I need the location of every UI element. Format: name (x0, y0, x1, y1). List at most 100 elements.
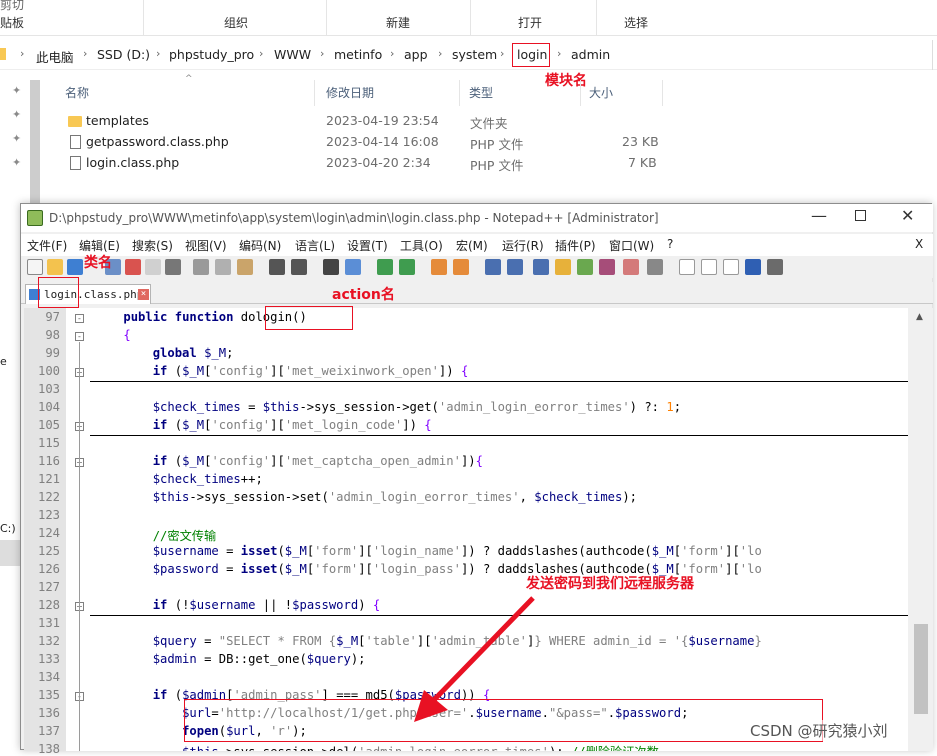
function-list-icon[interactable] (599, 259, 615, 275)
sync-vertical-icon[interactable] (431, 259, 447, 275)
menu-encoding[interactable]: 编码(N) (239, 237, 281, 254)
cut-icon[interactable] (193, 259, 209, 275)
save-icon[interactable] (67, 259, 83, 275)
code-line[interactable]: $check_times = $this->sys_session->get('… (94, 400, 681, 414)
scroll-up-icon[interactable]: ▲ (916, 312, 923, 322)
doc-map-icon[interactable] (577, 259, 593, 275)
column-headers: 名称 ^ 修改日期 类型 大小 (55, 74, 675, 106)
line-number: 125 (37, 544, 60, 558)
tab-close-icon[interactable]: × (138, 289, 149, 300)
ribbon: 剪切 贴板 组织 新建 打开 选择 (0, 0, 937, 36)
replace-icon[interactable] (345, 259, 361, 275)
folder-workspace-icon[interactable] (623, 259, 639, 275)
breadcrumb-4[interactable]: metinfo (334, 47, 382, 62)
pin-icon[interactable]: ✦ (12, 108, 21, 121)
ribbon-select-label[interactable]: 选择 (624, 14, 648, 31)
menu-window[interactable]: 窗口(W) (609, 237, 654, 254)
file-icon (70, 156, 81, 170)
code-line[interactable]: if ($_M['config']['met_login_code']) { (94, 418, 432, 432)
redo-icon[interactable] (291, 259, 307, 275)
code-line[interactable]: //密文传输 (94, 526, 216, 544)
scroll-thumb[interactable] (914, 624, 928, 714)
open-file-icon[interactable] (47, 259, 63, 275)
menu-help[interactable]: ? (667, 237, 673, 251)
title-bar[interactable]: D:\phpstudy_pro\WWW\metinfo\app\system\l… (21, 204, 933, 232)
show-all-chars-icon[interactable] (507, 259, 523, 275)
stop-macro-icon[interactable] (701, 259, 717, 275)
chevron-right-icon: › (438, 47, 443, 60)
menu-language[interactable]: 语言(L) (295, 237, 335, 254)
address-bar[interactable]: › 此电脑 › SSD (D:) › phpstudy_pro › WWW › … (0, 40, 937, 70)
menu-search[interactable]: 搜索(S) (132, 237, 173, 254)
breadcrumb-0[interactable]: 此电脑 (36, 47, 74, 66)
minimize-icon[interactable]: — (811, 206, 827, 225)
column-name[interactable]: 名称 (65, 84, 89, 101)
code-line[interactable]: $check_times++; (94, 472, 263, 486)
record-macro-icon[interactable] (679, 259, 695, 275)
close-file-icon[interactable] (125, 259, 141, 275)
nav-selected-item[interactable] (0, 540, 20, 566)
run-macro-multiple-icon[interactable] (745, 259, 761, 275)
code-line[interactable]: if (!$username || !$password) { (94, 598, 381, 612)
fold-collapse-icon[interactable]: - (75, 332, 84, 341)
menu-plugins[interactable]: 插件(P) (555, 237, 596, 254)
chevron-right-icon: › (20, 47, 25, 60)
monitoring-icon[interactable] (647, 259, 663, 275)
word-wrap-icon[interactable] (485, 259, 501, 275)
code-line[interactable]: global $_M; (94, 346, 234, 360)
close-icon[interactable]: ✕ (901, 206, 914, 225)
zoom-out-icon[interactable] (399, 259, 415, 275)
nav-scrollbar[interactable] (30, 80, 40, 206)
pin-icon[interactable]: ✦ (12, 132, 21, 145)
file-row[interactable]: login.class.php 2023-04-20 2:34 PHP 文件 7… (66, 153, 666, 174)
breadcrumb-1[interactable]: SSD (D:) (97, 47, 150, 62)
menu-macro[interactable]: 宏(M) (456, 237, 488, 254)
close-all-icon[interactable] (145, 259, 161, 275)
code-line[interactable]: $this->sys_session->set('admin_login_eor… (94, 490, 637, 504)
breadcrumb-8[interactable]: admin (571, 47, 610, 62)
pin-icon[interactable]: ✦ (12, 156, 21, 169)
code-line[interactable]: $username = isset($_M['form']['login_nam… (94, 544, 762, 558)
menu-settings[interactable]: 设置(T) (347, 237, 388, 254)
maximize-icon[interactable] (855, 210, 866, 221)
close-doc-x[interactable]: X (915, 237, 923, 251)
fold-collapse-icon[interactable]: - (75, 314, 84, 323)
menu-file[interactable]: 文件(F) (27, 237, 67, 254)
column-type[interactable]: 类型 (469, 84, 493, 101)
file-row[interactable]: templates 2023-04-19 23:54 文件夹 (66, 111, 666, 132)
menu-view[interactable]: 视图(V) (185, 237, 227, 254)
udl-icon[interactable] (555, 259, 571, 275)
folder-icon (0, 48, 6, 60)
column-modified[interactable]: 修改日期 (326, 84, 374, 101)
play-macro-icon[interactable] (723, 259, 739, 275)
breadcrumb-3[interactable]: WWW (274, 47, 311, 62)
breadcrumb-6[interactable]: system (452, 47, 497, 62)
code-line[interactable]: { (94, 328, 130, 342)
chevron-right-icon: › (500, 47, 505, 60)
zoom-in-icon[interactable] (377, 259, 393, 275)
breadcrumb-2[interactable]: phpstudy_pro (169, 47, 254, 62)
file-row[interactable]: getpassword.class.php 2023-04-14 16:08 P… (66, 132, 666, 153)
indent-guide-icon[interactable] (533, 259, 549, 275)
save-macro-icon[interactable] (767, 259, 783, 275)
paste-icon[interactable] (237, 259, 253, 275)
menu-run[interactable]: 运行(R) (502, 237, 544, 254)
pin-icon[interactable]: ✦ (12, 84, 21, 97)
copy-icon[interactable] (215, 259, 231, 275)
sync-horizontal-icon[interactable] (453, 259, 469, 275)
breadcrumb-5[interactable]: app (404, 47, 428, 62)
vertical-scrollbar[interactable]: ▲ (908, 308, 933, 751)
find-icon[interactable] (323, 259, 339, 275)
code-line[interactable]: $admin = DB::get_one($query); (94, 652, 366, 666)
line-number: 115 (37, 436, 60, 450)
menu-tools[interactable]: 工具(O) (400, 237, 443, 254)
ribbon-organize-label[interactable]: 组织 (224, 14, 248, 31)
code-line[interactable]: if ($_M['config']['met_weixinwork_open']… (94, 364, 469, 378)
ribbon-open-label[interactable]: 打开 (518, 14, 542, 31)
column-size[interactable]: 大小 (589, 84, 613, 101)
new-file-icon[interactable] (27, 259, 43, 275)
ribbon-new-label[interactable]: 新建 (386, 14, 410, 31)
print-icon[interactable] (165, 259, 181, 275)
code-line[interactable]: if ($_M['config']['met_captcha_open_admi… (94, 454, 483, 468)
undo-icon[interactable] (269, 259, 285, 275)
